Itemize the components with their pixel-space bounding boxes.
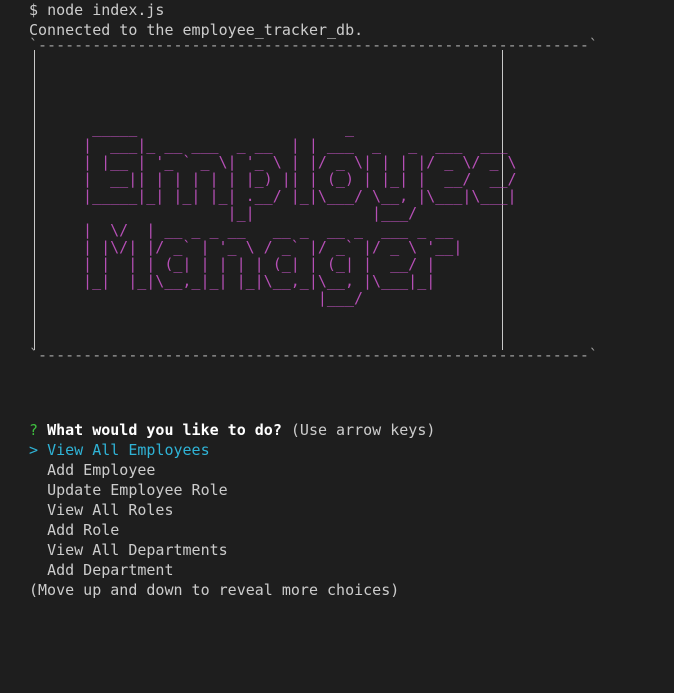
question-text: What would you like to do? [47,421,282,439]
choice-label: Add Role [47,521,120,539]
menu-choice-add-department[interactable]: Add Department [29,560,674,580]
command-line: $ node index.js [29,0,674,20]
choice-label: View All Roles [47,501,174,519]
menu-question: ? What would you like to do? (Use arrow … [29,420,674,440]
pointer-icon: > [29,441,39,459]
choice-label: View All Employees [47,441,210,459]
shell-prompt: $ [29,1,39,19]
menu-choice-add-role[interactable]: Add Role [29,520,674,540]
choice-label: Add Employee [47,461,156,479]
banner-ascii-art: _____ _ | ___|_ __ ___ _ __ | | ___ _ _ … [83,119,517,307]
menu-footer-hint: (Move up and down to reveal more choices… [29,581,400,599]
choice-label: View All Departments [47,541,228,559]
banner-left-border [34,50,36,350]
banner-box: `---------------------------------------… [29,36,674,364]
choice-label: Add Department [47,561,174,579]
menu-choice-view-all-employees[interactable]: > View All Employees [29,440,674,460]
menu-choice-view-all-departments[interactable]: View All Departments [29,540,674,560]
menu-choice-add-employee[interactable]: Add Employee [29,460,674,480]
question-mark-icon: ? [29,421,39,439]
question-hint: (Use arrow keys) [290,421,436,439]
banner-top-border: `---------------------------------------… [29,36,598,54]
command-text: node index.js [47,1,165,19]
choice-label: Update Employee Role [47,481,228,499]
banner-bottom-border: `---------------------------------------… [29,346,598,364]
menu-choice-view-all-roles[interactable]: View All Roles [29,500,674,520]
terminal-output: $ node index.js Connected to the employe… [29,0,674,693]
menu-choice-update-employee-role[interactable]: Update Employee Role [29,480,674,500]
